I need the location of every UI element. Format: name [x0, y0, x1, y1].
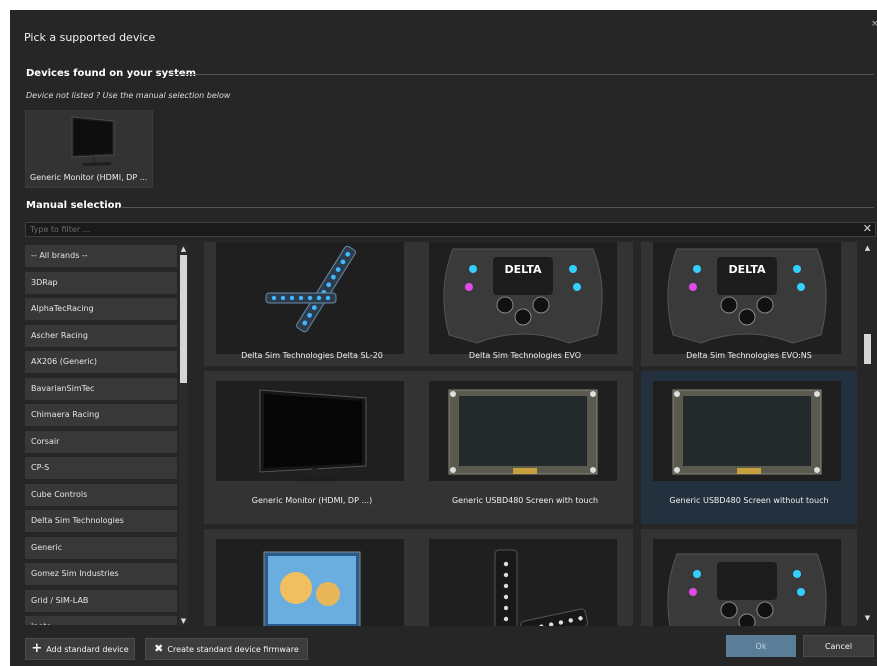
- device-card[interactable]: [417, 529, 633, 626]
- add-standard-device-label: Add standard device: [46, 644, 129, 654]
- ok-button[interactable]: Ok: [726, 635, 796, 657]
- device-card[interactable]: [641, 529, 857, 626]
- manual-selection-hint: Device not listed ? Use the manual selec…: [26, 91, 231, 100]
- close-icon[interactable]: ×: [871, 19, 877, 29]
- svg-text:DELTA: DELTA: [505, 263, 542, 276]
- filter-field: ✕: [25, 222, 876, 237]
- device-card[interactable]: Generic Monitor (HDMI, DP ...): [204, 371, 420, 524]
- filter-input[interactable]: [26, 223, 856, 236]
- device-picker-dialog: Pick a supported device × Devices found …: [10, 10, 877, 666]
- brand-list-item[interactable]: Ipoto: [25, 616, 177, 625]
- device-card-label: Generic USBD480 Screen with touch: [451, 496, 599, 505]
- display-panel-icon: [263, 551, 361, 626]
- device-thumbnail: [216, 539, 404, 626]
- device-card-label: Delta Sim Technologies EVO: [468, 351, 582, 360]
- steering-wheel-icon: [667, 553, 827, 626]
- scroll-down-icon[interactable]: ▼: [179, 617, 188, 625]
- brand-list-item[interactable]: Chimaera Racing: [25, 404, 177, 426]
- section-divider: [120, 207, 874, 208]
- device-thumbnail: DELTA: [429, 242, 617, 354]
- device-card[interactable]: Delta Sim Technologies Delta SL-20: [204, 242, 420, 366]
- led-bar-icon: [265, 245, 356, 333]
- brand-list-item[interactable]: Ascher Racing: [25, 324, 177, 347]
- device-thumbnail: [429, 539, 617, 626]
- steering-wheel-icon: DELTA: [443, 248, 603, 344]
- brand-list-item[interactable]: Gomez Sim Industries: [25, 563, 177, 585]
- brand-list: -- All brands -- 3DRap AlphaTecRacing Asche…: [25, 245, 177, 625]
- device-grid: Delta Sim Technologies Delta SL-20 DELTA D…: [193, 242, 861, 626]
- device-thumbnail: [653, 539, 841, 626]
- brand-list-item[interactable]: AX206 (Generic): [25, 351, 177, 373]
- device-thumbnail: [216, 242, 404, 354]
- device-thumbnail: [429, 381, 617, 481]
- device-card[interactable]: [204, 529, 420, 626]
- device-card-label: Delta Sim Technologies Delta SL-20: [241, 351, 383, 360]
- clear-filter-icon[interactable]: ✕: [863, 222, 872, 235]
- lcd-screen-icon: [672, 389, 822, 475]
- brand-list-scrollbar[interactable]: ▲ ▼: [179, 245, 188, 625]
- brand-list-item[interactable]: Delta Sim Technologies: [25, 510, 177, 532]
- scrollbar-thumb[interactable]: [864, 334, 871, 364]
- create-firmware-button[interactable]: ✖ Create standard device firmware: [145, 638, 308, 660]
- scroll-down-icon[interactable]: ▼: [863, 614, 872, 622]
- tools-icon: ✖: [154, 642, 164, 655]
- scroll-up-icon[interactable]: ▲: [179, 245, 188, 253]
- brand-list-item[interactable]: 3DRap: [25, 271, 177, 294]
- brand-list-item[interactable]: BavarianSimTec: [25, 377, 177, 400]
- dialog-title: Pick a supported device: [24, 31, 156, 44]
- device-card[interactable]: Generic USBD480 Screen without touch: [641, 371, 857, 524]
- device-thumbnail: DELTA: [653, 242, 841, 354]
- device-thumbnail: [216, 381, 404, 481]
- monitor-icon: [259, 389, 367, 481]
- brand-list-item[interactable]: Generic: [25, 536, 177, 559]
- device-card[interactable]: Generic USBD480 Screen with touch: [417, 371, 633, 524]
- device-card[interactable]: DELTA Delta Sim Technologies EVO: [417, 242, 633, 366]
- brand-list-item[interactable]: Cube Controls: [25, 483, 177, 506]
- found-device-card[interactable]: Generic Monitor (HDMI, DP ...: [25, 110, 153, 188]
- add-standard-device-button[interactable]: + Add standard device: [25, 638, 135, 660]
- device-card-label: Generic USBD480 Screen without touch: [669, 496, 829, 505]
- svg-text:DELTA: DELTA: [729, 263, 766, 276]
- device-card-label: Delta Sim Technologies EVO:NS: [686, 351, 812, 360]
- brand-list-item[interactable]: AlphaTecRacing: [25, 298, 177, 320]
- steering-wheel-icon: DELTA: [667, 248, 827, 344]
- lcd-screen-icon: [448, 389, 598, 475]
- device-card-label: Generic Monitor (HDMI, DP ...): [251, 496, 373, 505]
- device-grid-scrollbar[interactable]: ▲ ▼: [863, 242, 873, 626]
- button-box-icon: [494, 549, 589, 626]
- device-card[interactable]: DELTA Delta Sim Technologies EVO:NS: [641, 242, 857, 366]
- brand-list-item[interactable]: -- All brands --: [25, 245, 177, 267]
- monitor-icon: [71, 116, 115, 166]
- plus-icon: +: [31, 641, 43, 656]
- device-thumbnail: [653, 381, 841, 481]
- create-firmware-label: Create standard device firmware: [167, 644, 299, 654]
- brand-list-item[interactable]: Grid / SIM-LAB: [25, 589, 177, 612]
- found-device-label: Generic Monitor (HDMI, DP ...: [30, 173, 148, 182]
- scrollbar-thumb[interactable]: [180, 255, 187, 383]
- scroll-up-icon[interactable]: ▲: [863, 244, 872, 252]
- brand-list-item[interactable]: CP-S: [25, 457, 177, 479]
- brand-list-item[interactable]: Corsair: [25, 430, 177, 453]
- manual-selection-heading: Manual selection: [26, 200, 122, 211]
- section-divider: [168, 74, 874, 75]
- cancel-button[interactable]: Cancel: [803, 635, 874, 657]
